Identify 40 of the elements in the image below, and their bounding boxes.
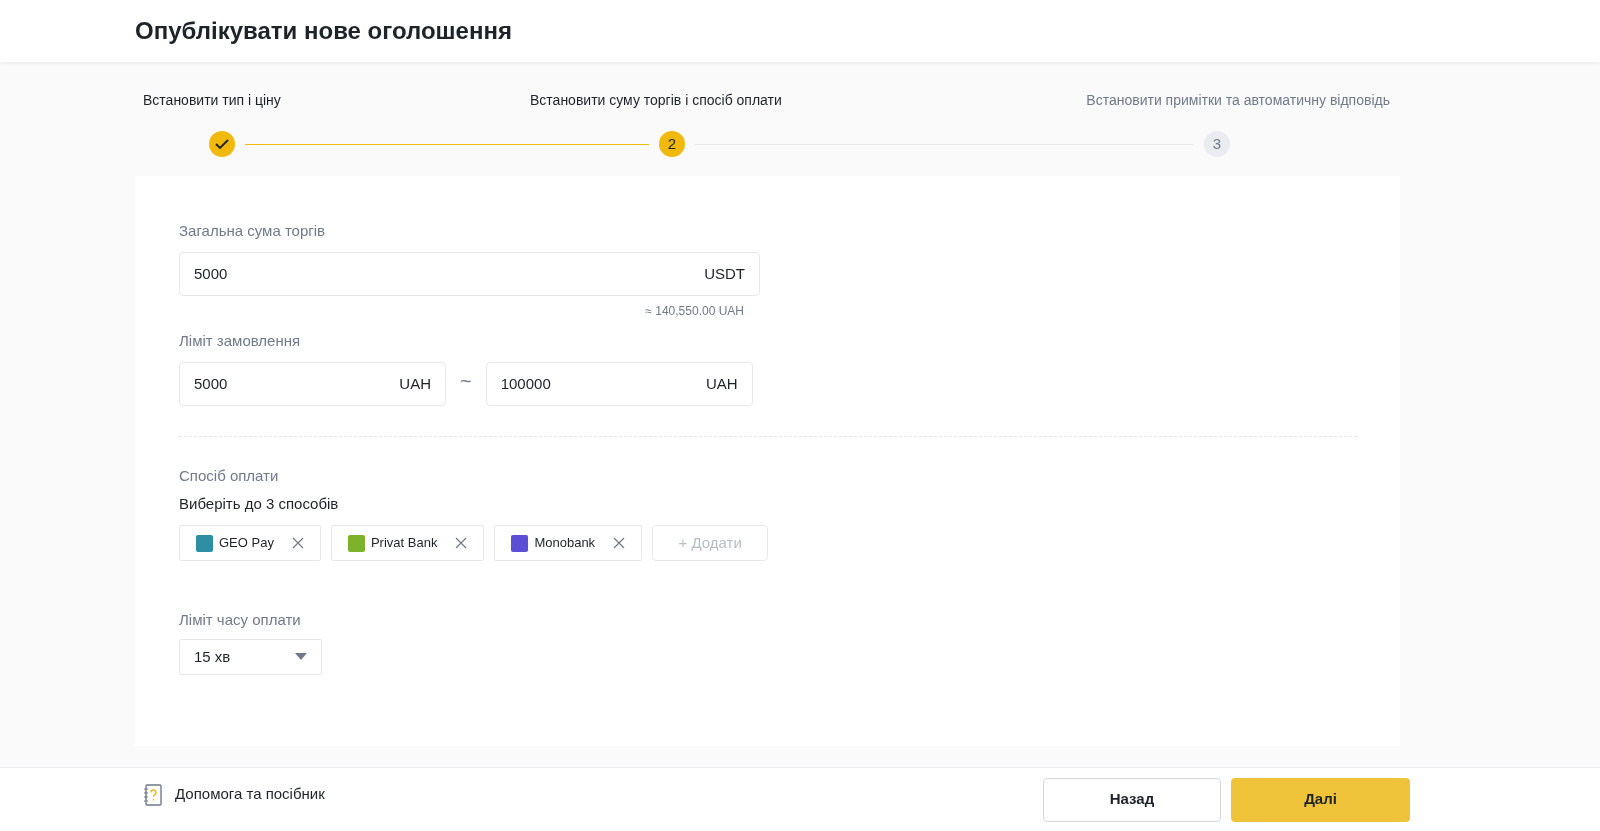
- field-value: 100000: [500, 373, 551, 394]
- field-label: Ліміт часу оплати: [179, 610, 302, 630]
- caret-icon: [295, 653, 307, 661]
- time-limit-dropdown[interactable]: 15 хв: [179, 639, 322, 675]
- step-indicator: 2: [659, 131, 685, 157]
- field-value: 5000: [194, 263, 228, 284]
- method-name: Monobank: [534, 534, 596, 553]
- step-indicator: 3: [1204, 131, 1230, 157]
- payment-method-chip[interactable]: Monobank: [494, 525, 643, 561]
- close-icon[interactable]: [291, 537, 304, 549]
- max-limit-input[interactable]: 100000 UAH: [485, 362, 753, 406]
- help-text: Допомога та посібник: [175, 784, 325, 805]
- page-title: Опублікувати нове оголошення: [135, 16, 512, 46]
- unit-label: USDT: [704, 263, 745, 284]
- conversion-text: ≈ 140,550.00 UAH: [644, 303, 745, 320]
- payment-method-chip[interactable]: Privat Bank: [330, 525, 485, 561]
- payment-method-chip[interactable]: GEO Pay: [179, 525, 321, 561]
- unit-label: UAH: [399, 373, 431, 394]
- next-button[interactable]: Далі: [1231, 777, 1410, 822]
- close-icon[interactable]: [613, 537, 626, 549]
- help-link[interactable]: Допомога та посібник: [143, 783, 325, 806]
- field-value: 5000: [194, 373, 228, 394]
- method-name: Privat Bank: [370, 534, 438, 553]
- hint-text: Виберіть до 3 способів: [179, 494, 340, 514]
- step-label: Встановити тип і ціну: [143, 91, 281, 110]
- step-label: Встановити суму торгів і спосіб оплати: [530, 91, 782, 110]
- amount-input[interactable]: 5000 USDT: [179, 252, 760, 296]
- help-book-icon: [143, 783, 163, 806]
- unit-label: UAH: [706, 373, 738, 394]
- field-label: Спосіб оплати: [179, 466, 280, 486]
- field-label: Ліміт замовлення: [179, 331, 302, 351]
- close-icon[interactable]: [455, 537, 468, 549]
- range-separator: ~: [460, 369, 472, 394]
- method-name: GEO Pay: [219, 534, 274, 553]
- check-icon: [215, 138, 229, 150]
- back-button[interactable]: Назад: [1043, 777, 1221, 822]
- step-label: Встановити примітки та автоматичну відповідь: [1086, 91, 1390, 110]
- min-limit-input[interactable]: 5000 UAH: [179, 362, 446, 406]
- dropdown-value: 15 хв: [194, 646, 231, 667]
- field-label: Загальна сума торгів: [179, 221, 327, 241]
